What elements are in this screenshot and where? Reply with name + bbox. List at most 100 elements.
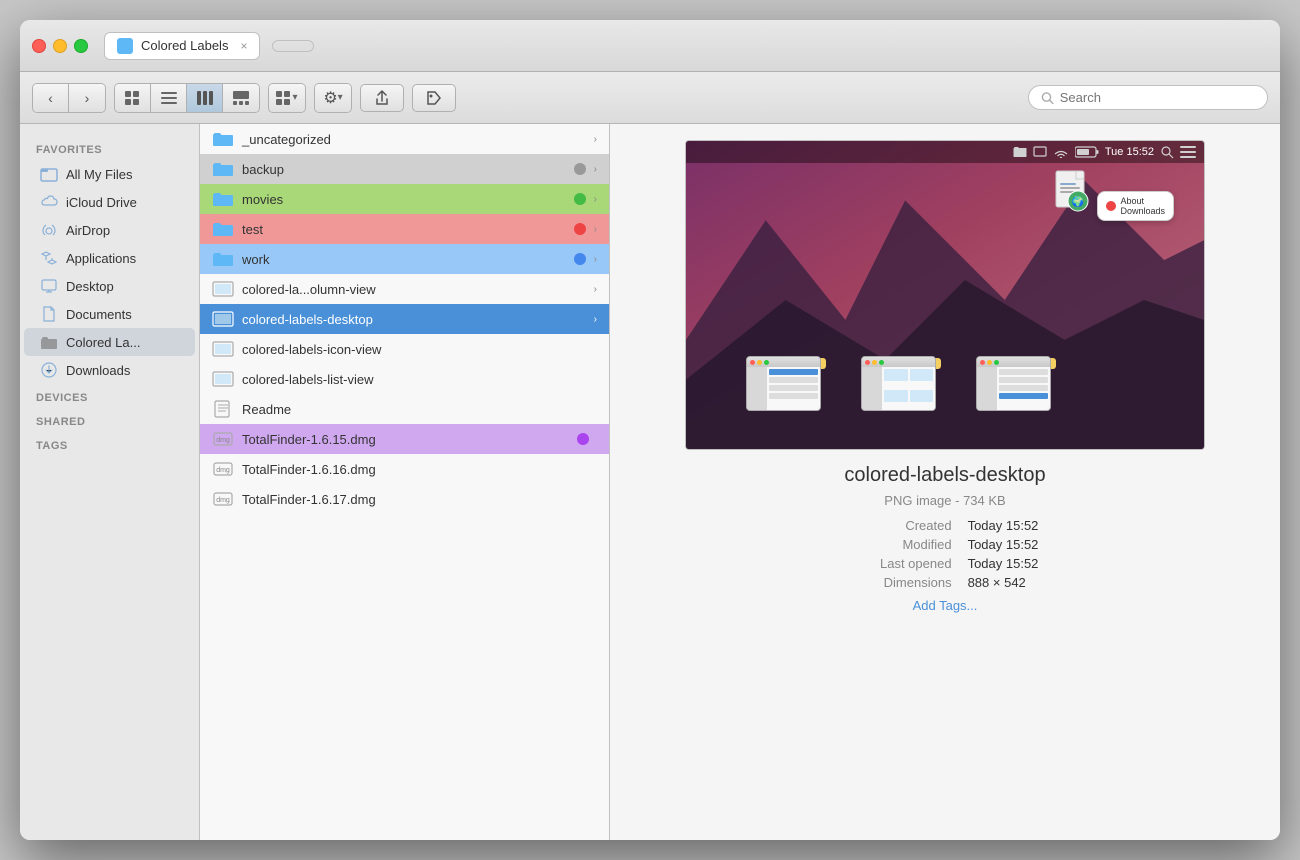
arrange-button-group: ▾ xyxy=(268,83,306,113)
nav-buttons: ‹ › xyxy=(32,83,106,113)
arrange-button[interactable]: ▾ xyxy=(269,84,305,112)
chevron-movies: › xyxy=(594,194,597,205)
folder-icon-backup xyxy=(212,160,234,178)
sidebar-all-my-files-label: All My Files xyxy=(66,167,132,182)
sidebar-icloud-label: iCloud Drive xyxy=(66,195,137,210)
tab-folder-icon xyxy=(117,38,133,54)
icon-view-button[interactable] xyxy=(115,84,151,112)
file-item-movies[interactable]: movies › xyxy=(200,184,609,214)
file-name-dmg-15: TotalFinder-1.6.15.dmg xyxy=(242,432,577,447)
sidebar-item-applications[interactable]: Applications xyxy=(24,244,195,272)
column-view-button[interactable] xyxy=(187,84,223,112)
file-name-list-view: colored-labels-list-view xyxy=(242,372,597,387)
downloads-icon xyxy=(40,361,58,379)
sidebar-desktop-label: Desktop xyxy=(66,279,114,294)
finder-window: Colored Labels × ‹ › xyxy=(20,20,1280,840)
svg-text:dmg: dmg xyxy=(216,437,230,444)
svg-text:dmg: dmg xyxy=(216,497,230,504)
about-downloads-dot xyxy=(1106,201,1116,211)
active-tab[interactable]: Colored Labels × xyxy=(104,32,260,60)
chevron-uncategorized: › xyxy=(594,134,597,145)
search-input[interactable] xyxy=(1060,90,1255,105)
view-buttons xyxy=(114,83,260,113)
file-name-dmg-16: TotalFinder-1.6.16.dmg xyxy=(242,462,597,477)
desktop-preview: Tue 15:52 Abou xyxy=(686,141,1204,449)
sidebar-item-colored-labels[interactable]: Colored La... xyxy=(24,328,195,356)
menubar-battery-icon xyxy=(1075,145,1099,159)
created-label: Created xyxy=(852,518,952,533)
list-view-button[interactable] xyxy=(151,84,187,112)
file-item-test[interactable]: test › xyxy=(200,214,609,244)
preview-dash: - xyxy=(955,493,963,508)
tag-button[interactable] xyxy=(412,84,456,112)
sidebar-airdrop-label: AirDrop xyxy=(66,223,110,238)
shared-header: Shared xyxy=(20,408,199,432)
sidebar-item-desktop[interactable]: Desktop xyxy=(24,272,195,300)
folder-icon-movies xyxy=(212,190,234,208)
file-name-column-view: colored-la...olumn-view xyxy=(242,282,594,297)
sidebar-item-downloads[interactable]: Downloads xyxy=(24,356,195,384)
file-item-column-view[interactable]: colored-la...olumn-view › xyxy=(200,274,609,304)
file-item-backup[interactable]: backup › xyxy=(200,154,609,184)
applications-icon xyxy=(40,249,58,267)
cover-flow-button[interactable] xyxy=(223,84,259,112)
action-button[interactable]: ⚙ ▾ xyxy=(315,84,351,112)
sidebar-documents-label: Documents xyxy=(66,307,132,322)
folder-icon-test xyxy=(212,220,234,238)
desktop-mini-finder-3: 🟡 colored-labels-...n-view xyxy=(976,356,1056,369)
preview-panel: Tue 15:52 Abou xyxy=(610,124,1280,840)
sidebar-downloads-label: Downloads xyxy=(66,363,130,378)
tab-close-button[interactable]: × xyxy=(240,39,247,53)
traffic-lights xyxy=(32,39,88,53)
cover-flow-icon xyxy=(233,91,249,105)
about-downloads-bubble: AboutDownloads xyxy=(1097,191,1174,221)
search-box[interactable] xyxy=(1028,85,1268,110)
file-item-dmg-17[interactable]: dmg TotalFinder-1.6.17.dmg xyxy=(200,484,609,514)
arrange-icon xyxy=(276,91,292,105)
chevron-backup: › xyxy=(594,164,597,175)
file-item-list-view[interactable]: colored-labels-list-view xyxy=(200,364,609,394)
icloud-drive-icon xyxy=(40,193,58,211)
tag-icon xyxy=(425,89,443,107)
file-name-test: test xyxy=(242,222,574,237)
tags-header: Tags xyxy=(20,432,199,456)
forward-button[interactable]: › xyxy=(69,84,105,112)
inactive-tab[interactable] xyxy=(272,40,314,52)
sidebar-item-documents[interactable]: Documents xyxy=(24,300,195,328)
file-item-dmg-15[interactable]: dmg TotalFinder-1.6.15.dmg xyxy=(200,424,609,454)
action-button-group: ⚙ ▾ xyxy=(314,83,352,113)
add-tags-link[interactable]: Add Tags... xyxy=(913,598,978,613)
titlebar: Colored Labels × xyxy=(20,20,1280,72)
file-item-readme[interactable]: Readme xyxy=(200,394,609,424)
file-item-uncategorized[interactable]: _uncategorized › xyxy=(200,124,609,154)
maximize-button[interactable] xyxy=(74,39,88,53)
tab-title: Colored Labels xyxy=(141,38,228,53)
documents-icon xyxy=(40,305,58,323)
file-item-dmg-16[interactable]: dmg TotalFinder-1.6.16.dmg xyxy=(200,454,609,484)
search-icon xyxy=(1041,91,1054,105)
sidebar-item-all-my-files[interactable]: All My Files xyxy=(24,160,195,188)
file-item-icon-view[interactable]: colored-labels-icon-view xyxy=(200,334,609,364)
forward-icon: › xyxy=(85,90,90,106)
arrange-dropdown-arrow: ▾ xyxy=(292,92,297,103)
action-dropdown-arrow: ▾ xyxy=(338,92,343,103)
sidebar-item-airdrop[interactable]: AirDrop xyxy=(24,216,195,244)
last-opened-label: Last opened xyxy=(852,556,952,571)
folder-icon-uncategorized xyxy=(212,130,234,148)
close-button[interactable] xyxy=(32,39,46,53)
modified-label: Modified xyxy=(852,537,952,552)
menubar-folder-icon xyxy=(1013,145,1027,159)
svg-text:🌍: 🌍 xyxy=(1072,195,1084,208)
file-item-desktop-selected[interactable]: colored-labels-desktop › xyxy=(200,304,609,334)
share-button[interactable] xyxy=(360,84,404,112)
icon-view-icon xyxy=(125,91,141,105)
menubar-wifi-icon xyxy=(1053,146,1069,158)
back-button[interactable]: ‹ xyxy=(33,84,69,112)
sidebar-item-icloud-drive[interactable]: iCloud Drive xyxy=(24,188,195,216)
desktop-mini-finder-1: 🟡 colored-labels-list-view xyxy=(746,356,826,369)
dimensions-label: Dimensions xyxy=(852,575,952,590)
preview-filename: colored-labels-desktop xyxy=(844,464,1045,487)
dmg-icon-15: dmg xyxy=(212,430,234,448)
file-item-work[interactable]: work › xyxy=(200,244,609,274)
minimize-button[interactable] xyxy=(53,39,67,53)
